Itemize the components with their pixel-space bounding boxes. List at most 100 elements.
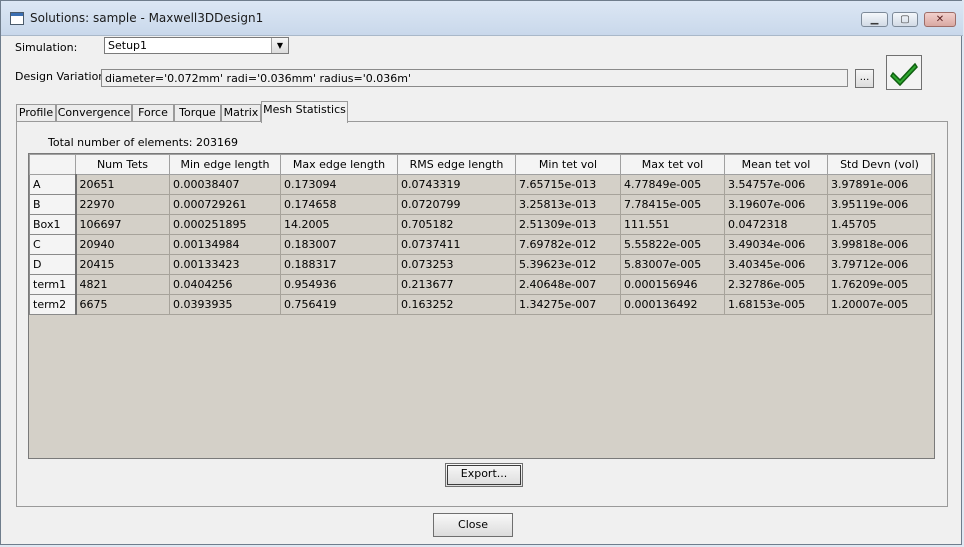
table-cell[interactable]: 0.0743319	[397, 174, 516, 195]
close-window-button[interactable]: ✕	[924, 12, 956, 27]
table-cell[interactable]: 7.69782e-012	[515, 234, 621, 255]
table-cell[interactable]: 5.83007e-005	[620, 254, 725, 275]
table-cell[interactable]: 1.68153e-005	[724, 294, 828, 315]
table-cell[interactable]: 0.756419	[280, 294, 398, 315]
table-cell[interactable]: 0.0472318	[724, 214, 828, 235]
maximize-button[interactable]: ▢	[892, 12, 918, 27]
title-bar[interactable]: Solutions: sample - Maxwell3DDesign1 ▁ ▢…	[1, 1, 963, 36]
minimize-button[interactable]: ▁	[861, 12, 888, 27]
row-header[interactable]: A	[29, 174, 77, 195]
mesh-statistics-table: Num Tets Min edge length Max edge length RM…	[29, 154, 932, 315]
row-header[interactable]: term2	[29, 294, 77, 315]
table-cell[interactable]: 0.0393935	[169, 294, 281, 315]
browse-variation-button[interactable]: ...	[855, 69, 874, 88]
row-header[interactable]: B	[29, 194, 77, 215]
table-cell[interactable]: 2.51309e-013	[515, 214, 621, 235]
table-row[interactable]: C 20940 0.00134984 0.183007 0.0737411 7.69782…	[29, 234, 932, 255]
column-header[interactable]: Std Devn (vol)	[827, 154, 932, 175]
simulation-select[interactable]: Setup1 ▼	[104, 37, 289, 54]
table-cell[interactable]: 7.65715e-013	[515, 174, 621, 195]
row-header[interactable]: D	[29, 254, 77, 275]
table-cell[interactable]: 0.213677	[397, 274, 516, 295]
table-cell[interactable]: 0.000729261	[169, 194, 281, 215]
column-header[interactable]: Min tet vol	[515, 154, 621, 175]
table-cell[interactable]: 22970	[75, 194, 170, 215]
corner-header[interactable]	[29, 154, 76, 175]
simulation-value: Setup1	[108, 39, 148, 52]
table-cell[interactable]: 1.20007e-005	[827, 294, 932, 315]
table-cell[interactable]: 20651	[75, 174, 170, 195]
table-cell[interactable]: 0.000251895	[169, 214, 281, 235]
column-header[interactable]: Num Tets	[75, 154, 170, 175]
tab-convergence[interactable]: Convergence	[56, 104, 132, 122]
column-header[interactable]: Mean tet vol	[724, 154, 828, 175]
table-cell[interactable]: 3.25813e-013	[515, 194, 621, 215]
table-cell[interactable]: 0.00133423	[169, 254, 281, 275]
table-row[interactable]: term1 4821 0.0404256 0.954936 0.213677 2.4064…	[29, 274, 932, 295]
design-variation-field[interactable]: diameter='0.072mm' radi='0.036mm' radius…	[101, 69, 848, 87]
table-cell[interactable]: 3.54757e-006	[724, 174, 828, 195]
table-cell[interactable]: 2.32786e-005	[724, 274, 828, 295]
table-cell[interactable]: 0.000136492	[620, 294, 725, 315]
table-row[interactable]: A 20651 0.00038407 0.173094 0.0743319 7.65715…	[29, 174, 932, 195]
table-cell[interactable]: 6675	[75, 294, 170, 315]
column-header[interactable]: RMS edge length	[397, 154, 516, 175]
table-cell[interactable]: 2.40648e-007	[515, 274, 621, 295]
table-cell[interactable]: 0.163252	[397, 294, 516, 315]
table-cell[interactable]: 1.34275e-007	[515, 294, 621, 315]
table-cell[interactable]: 14.2005	[280, 214, 398, 235]
tab-mesh-statistics[interactable]: Mesh Statistics	[261, 101, 348, 123]
table-cell[interactable]: 1.45705	[827, 214, 932, 235]
tab-profile[interactable]: Profile	[16, 104, 56, 122]
table-cell[interactable]: 5.39623e-012	[515, 254, 621, 275]
table-row[interactable]: Box1 106697 0.000251895 14.2005 0.705182 2.51…	[29, 214, 932, 235]
total-elements: Total number of elements: 203169	[48, 136, 238, 149]
tab-force[interactable]: Force	[132, 104, 174, 122]
table-cell[interactable]: 7.78415e-005	[620, 194, 725, 215]
table-row[interactable]: term2 6675 0.0393935 0.756419 0.163252 1.3427…	[29, 294, 932, 315]
export-button[interactable]: Export...	[445, 463, 523, 487]
table-cell[interactable]: 0.173094	[280, 174, 398, 195]
table-cell[interactable]: 0.954936	[280, 274, 398, 295]
table-cell[interactable]: 0.188317	[280, 254, 398, 275]
mesh-statistics-grid[interactable]: Num Tets Min edge length Max edge length RM…	[28, 153, 935, 459]
table-cell[interactable]: 0.073253	[397, 254, 516, 275]
table-cell[interactable]: 111.551	[620, 214, 725, 235]
table-row[interactable]: D 20415 0.00133423 0.188317 0.073253 5.39623e…	[29, 254, 932, 275]
table-cell[interactable]: 3.97891e-006	[827, 174, 932, 195]
table-row[interactable]: B 22970 0.000729261 0.174658 0.0720799 3.2581…	[29, 194, 932, 215]
table-cell[interactable]: 0.0720799	[397, 194, 516, 215]
tab-matrix[interactable]: Matrix	[221, 104, 261, 122]
table-cell[interactable]: 0.183007	[280, 234, 398, 255]
close-button[interactable]: Close	[433, 513, 513, 537]
table-cell[interactable]: 3.49034e-006	[724, 234, 828, 255]
apply-check-button[interactable]	[886, 55, 922, 90]
table-cell[interactable]: 3.95119e-006	[827, 194, 932, 215]
table-cell[interactable]: 1.76209e-005	[827, 274, 932, 295]
table-cell[interactable]: 0.174658	[280, 194, 398, 215]
table-cell[interactable]: 0.00134984	[169, 234, 281, 255]
table-cell[interactable]: 0.0737411	[397, 234, 516, 255]
table-cell[interactable]: 20940	[75, 234, 170, 255]
table-cell[interactable]: 4.77849e-005	[620, 174, 725, 195]
tab-torque[interactable]: Torque	[174, 104, 221, 122]
table-cell[interactable]: 0.0404256	[169, 274, 281, 295]
row-header[interactable]: C	[29, 234, 77, 255]
table-cell[interactable]: 0.000156946	[620, 274, 725, 295]
table-cell[interactable]: 106697	[75, 214, 170, 235]
table-cell[interactable]: 5.55822e-005	[620, 234, 725, 255]
table-cell[interactable]: 3.40345e-006	[724, 254, 828, 275]
table-cell[interactable]: 0.00038407	[169, 174, 281, 195]
table-cell[interactable]: 3.19607e-006	[724, 194, 828, 215]
column-header[interactable]: Max edge length	[280, 154, 398, 175]
row-header[interactable]: Box1	[29, 214, 77, 235]
row-header[interactable]: term1	[29, 274, 77, 295]
table-cell[interactable]: 3.99818e-006	[827, 234, 932, 255]
column-header[interactable]: Max tet vol	[620, 154, 725, 175]
table-cell[interactable]: 20415	[75, 254, 170, 275]
chevron-down-icon[interactable]: ▼	[271, 38, 288, 53]
table-cell[interactable]: 0.705182	[397, 214, 516, 235]
column-header[interactable]: Min edge length	[169, 154, 281, 175]
table-cell[interactable]: 4821	[75, 274, 170, 295]
table-cell[interactable]: 3.79712e-006	[827, 254, 932, 275]
